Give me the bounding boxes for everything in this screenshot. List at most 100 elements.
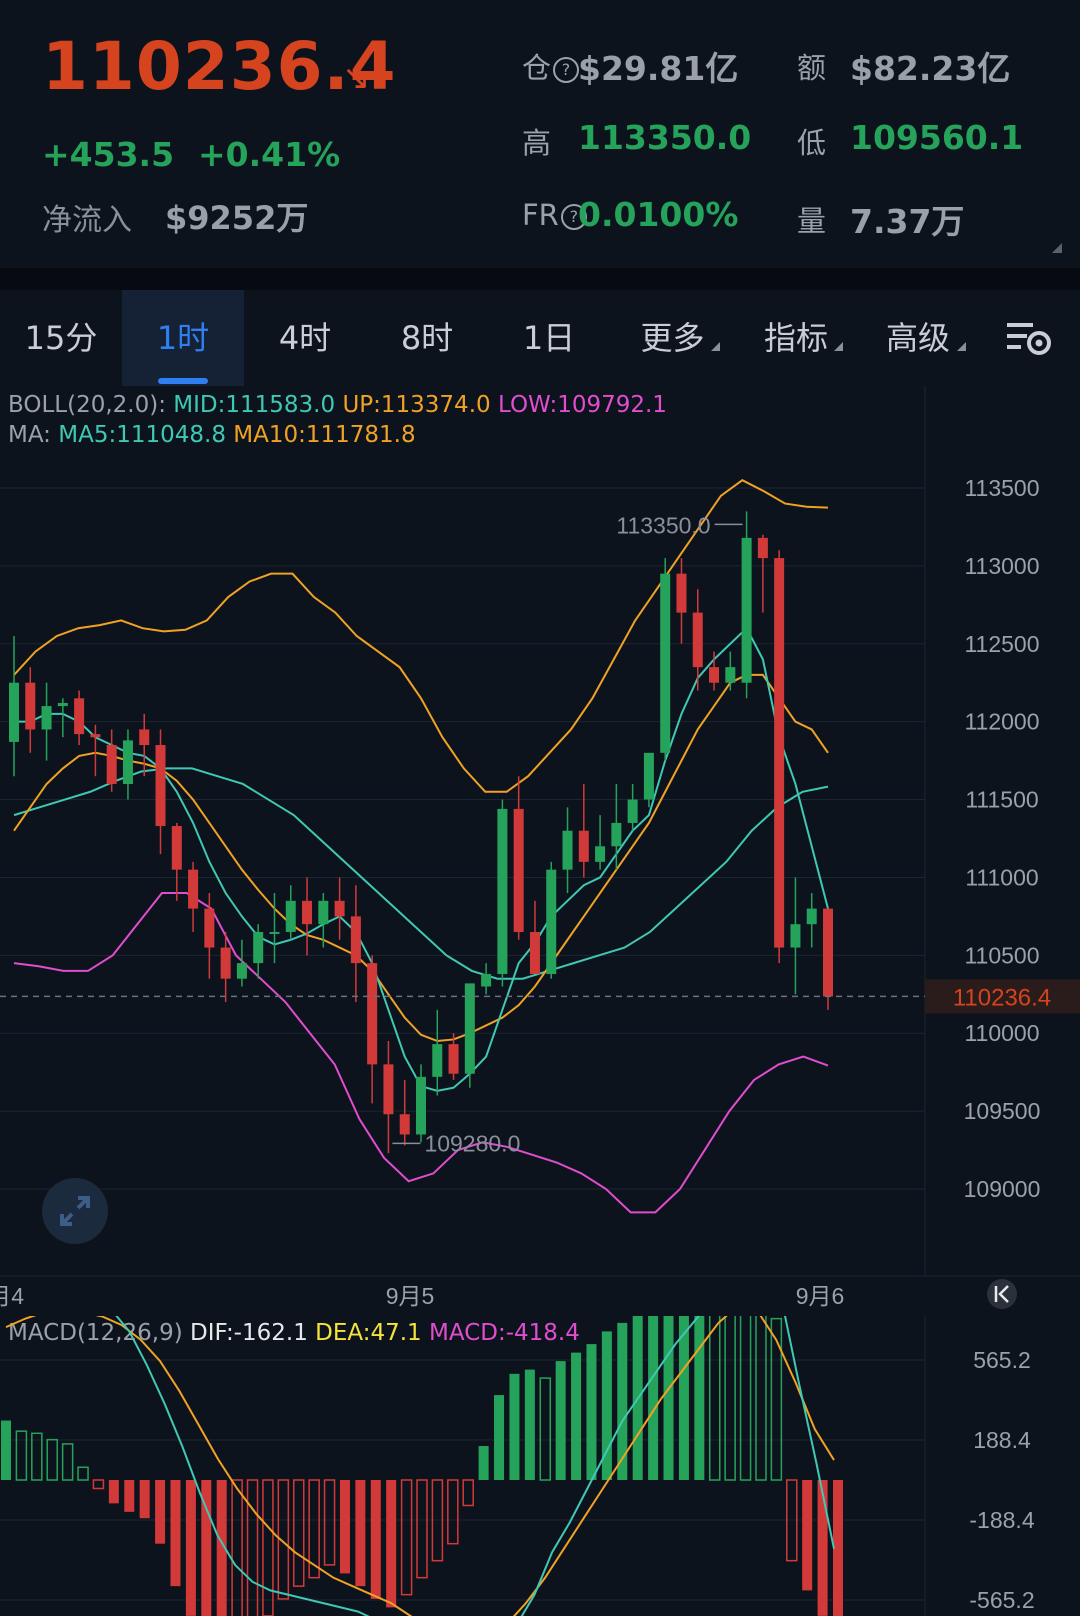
macd-bar-negative [124, 1480, 135, 1512]
chart-settings-icon[interactable] [1005, 318, 1053, 360]
candle-down [383, 1041, 394, 1154]
candle-down [74, 690, 85, 746]
macd-bar-negative [170, 1480, 181, 1587]
tab-15m[interactable]: 15分 [0, 290, 122, 386]
macd-bar-positive [509, 1373, 520, 1480]
expand-arrows-icon [60, 1196, 90, 1226]
candle-down [399, 1079, 410, 1146]
tab-advanced[interactable]: 高级 [857, 290, 979, 386]
macd-y-tick-label: -565.2 [969, 1587, 1034, 1613]
candle-body [399, 1114, 410, 1135]
candle-body [416, 1076, 426, 1135]
tab-more[interactable]: 更多 [610, 290, 735, 386]
macd-bar-positive [708, 1316, 721, 1481]
candle-body [139, 729, 150, 746]
macd-bar-negative [185, 1480, 196, 1616]
low-marker-label: 109280.0 [424, 1130, 520, 1156]
candle-down [171, 822, 182, 901]
candle-body [122, 740, 133, 784]
candle-up [643, 752, 654, 808]
candle-body [481, 974, 492, 987]
candle-body [367, 963, 378, 1065]
candle-body [823, 908, 833, 997]
open-interest-stat[interactable]: 仓? [522, 45, 581, 87]
candle-body [546, 869, 557, 975]
macd-bar-positive [724, 1316, 736, 1481]
candle-body [578, 830, 589, 862]
candle-up [546, 861, 557, 979]
macd-y-tick-label: -188.4 [969, 1507, 1034, 1533]
macd-bar-positive [1, 1420, 11, 1480]
candle-body [155, 745, 166, 827]
interval-tabs: 15分 1时 4时 8时 1日 更多 指标 高级 [0, 290, 1080, 386]
candle-body [204, 908, 215, 948]
macd-bar-negative [323, 1479, 336, 1566]
tab-1d[interactable]: 1日 [488, 290, 610, 386]
macd-bar-negative [462, 1479, 474, 1507]
change-amount: +453.5 [42, 135, 175, 174]
tab-1h[interactable]: 1时 [122, 290, 244, 386]
dropdown-caret-icon [834, 342, 843, 351]
macd-bar-negative [246, 1479, 259, 1616]
candle-down [334, 877, 345, 940]
candle-body [302, 900, 313, 925]
candle-body [757, 537, 768, 559]
tab-indicators[interactable]: 指标 [735, 290, 857, 386]
candle-down [513, 776, 524, 940]
macd-chart[interactable]: 565.2 188.4 -188.4 -565.2 [0, 1316, 1080, 1616]
netflow-label: 净流入 [42, 203, 132, 238]
macd-bar-positive [770, 1317, 783, 1481]
macd-bar-negative [292, 1479, 305, 1587]
candlestick-chart[interactable]: 113500 113000 112500 112000 111500 111000 1105… [0, 386, 1080, 1316]
candle-down [529, 900, 540, 975]
macd-bar-positive [524, 1369, 535, 1480]
candle-up [806, 893, 817, 948]
tab-8h[interactable]: 8时 [366, 290, 488, 386]
macd-bar-negative [400, 1479, 413, 1596]
question-circle-icon[interactable]: ? [553, 57, 580, 83]
funding-rate-value: 0.0100% [578, 195, 739, 234]
candle-up [57, 698, 68, 738]
dropdown-caret-icon [711, 342, 720, 351]
turnover-value: $82.23亿 [850, 49, 1011, 88]
last-price-tag: 110236.4 [953, 984, 1051, 1011]
candle-body [253, 931, 264, 964]
boll-lower-line [13, 892, 829, 1214]
candle-body [627, 799, 638, 823]
y-axis-tick-label: 109000 [964, 1176, 1041, 1202]
candle-body [529, 931, 540, 975]
macd-bar-negative [355, 1480, 366, 1587]
candle-body [660, 573, 671, 753]
candle-body [806, 908, 817, 925]
candle-down [757, 534, 768, 613]
tab-4h[interactable]: 4时 [244, 290, 366, 386]
candle-up [285, 885, 296, 940]
expand-corner-icon[interactable] [1052, 243, 1062, 253]
candle-body [709, 667, 720, 683]
candle-body [595, 846, 606, 862]
candle-body [9, 682, 19, 742]
candle-body [57, 702, 68, 707]
candle-down [90, 724, 101, 777]
candle-body [236, 963, 247, 979]
y-axis-tick-label: 111500 [965, 787, 1038, 813]
candle-body [676, 573, 687, 613]
candle-body [334, 900, 345, 917]
volume-label: 量 [797, 204, 827, 238]
candle-up [122, 729, 133, 800]
y-axis-tick-label: 111000 [965, 864, 1038, 890]
volume-value: 7.37万 [850, 202, 965, 241]
macd-bar-positive [678, 1316, 689, 1480]
candle-up [562, 807, 573, 894]
macd-bar-positive [478, 1446, 489, 1480]
macd-bar-negative [108, 1480, 119, 1504]
macd-bar-positive [61, 1443, 74, 1481]
macd-bar-positive [663, 1316, 674, 1480]
fullscreen-button[interactable] [42, 1178, 108, 1244]
candle-up [595, 815, 606, 870]
candle-body [269, 931, 280, 934]
candle-body [562, 830, 573, 870]
candle-up [497, 799, 508, 987]
candle-up [790, 877, 801, 995]
candle-body [350, 916, 361, 964]
